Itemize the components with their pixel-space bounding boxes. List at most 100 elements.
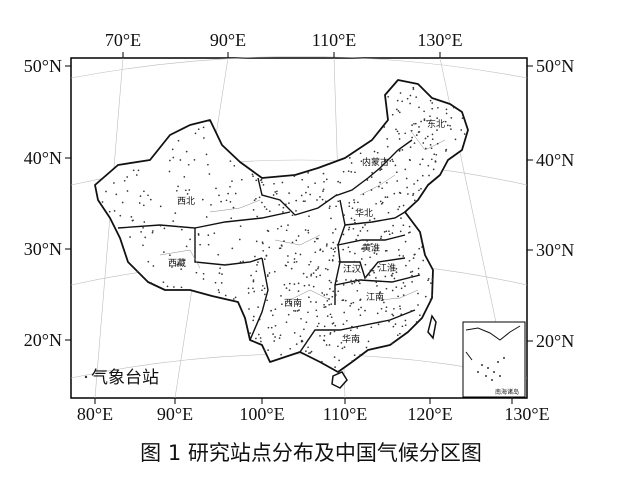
station-point bbox=[229, 201, 232, 203]
station-point bbox=[416, 179, 419, 182]
station-point bbox=[202, 272, 205, 275]
station-point bbox=[426, 135, 429, 138]
station-point bbox=[397, 208, 399, 211]
station-point bbox=[185, 150, 188, 153]
station-point bbox=[392, 160, 394, 163]
station-point bbox=[334, 294, 337, 296]
station-point bbox=[359, 152, 362, 155]
station-point bbox=[352, 227, 355, 230]
station-point bbox=[308, 263, 310, 266]
station-point bbox=[345, 319, 348, 322]
station-point bbox=[295, 210, 297, 212]
station-point bbox=[147, 260, 150, 263]
station-point bbox=[205, 216, 208, 218]
station-point bbox=[326, 293, 328, 296]
station-point bbox=[418, 106, 420, 109]
station-point bbox=[255, 197, 257, 200]
station-point bbox=[185, 245, 188, 248]
station-point bbox=[123, 179, 126, 182]
station-point bbox=[261, 241, 264, 244]
station-point bbox=[281, 303, 283, 306]
station-point bbox=[272, 333, 274, 335]
station-point bbox=[260, 340, 262, 343]
station-point bbox=[398, 138, 401, 140]
station-point bbox=[381, 320, 383, 323]
station-point bbox=[227, 192, 229, 195]
station-point bbox=[132, 219, 134, 222]
station-point bbox=[396, 334, 399, 337]
station-point bbox=[329, 288, 331, 290]
station-point bbox=[391, 232, 394, 234]
station-point bbox=[388, 230, 390, 233]
station-point bbox=[199, 243, 201, 246]
legend-station-symbol bbox=[84, 375, 88, 379]
region-label-huanan: 华南 bbox=[342, 333, 360, 345]
station-point bbox=[359, 314, 362, 317]
station-point bbox=[360, 258, 363, 260]
station-point bbox=[262, 184, 265, 186]
station-point bbox=[398, 191, 401, 194]
station-point bbox=[405, 177, 408, 180]
station-point bbox=[326, 315, 329, 317]
station-point bbox=[283, 240, 285, 242]
station-point bbox=[169, 159, 171, 162]
station-point bbox=[310, 274, 312, 277]
station-point bbox=[353, 260, 356, 263]
station-point bbox=[373, 271, 375, 274]
station-point bbox=[172, 220, 175, 222]
station-point bbox=[355, 238, 358, 241]
station-point bbox=[332, 248, 335, 251]
station-point bbox=[420, 240, 423, 243]
station-point bbox=[172, 156, 175, 159]
station-point bbox=[143, 221, 146, 223]
station-point bbox=[351, 282, 353, 285]
station-point bbox=[430, 147, 433, 150]
station-point bbox=[180, 286, 183, 289]
station-point bbox=[291, 214, 294, 217]
station-point bbox=[411, 136, 413, 139]
station-point bbox=[412, 257, 415, 259]
station-point bbox=[412, 192, 415, 195]
station-point bbox=[270, 326, 273, 329]
station-point bbox=[379, 181, 381, 184]
station-point bbox=[404, 285, 406, 287]
station-point bbox=[406, 186, 408, 189]
station-point bbox=[314, 182, 316, 185]
station-point bbox=[336, 243, 339, 246]
station-point bbox=[431, 278, 434, 281]
station-point bbox=[424, 295, 427, 298]
station-point bbox=[427, 164, 430, 167]
station-point bbox=[331, 322, 334, 325]
station-point bbox=[347, 246, 350, 249]
station-point bbox=[384, 250, 387, 252]
station-point bbox=[309, 260, 312, 263]
station-point bbox=[308, 215, 310, 218]
station-point bbox=[413, 183, 415, 185]
region-label-huanghuai: 黄淮 bbox=[362, 242, 380, 254]
station-point bbox=[312, 272, 315, 274]
station-point bbox=[421, 158, 424, 161]
station-point bbox=[239, 225, 242, 228]
station-point bbox=[437, 106, 439, 109]
station-point bbox=[424, 137, 427, 140]
station-point bbox=[431, 138, 434, 141]
station-point bbox=[293, 175, 296, 177]
station-point bbox=[360, 279, 363, 281]
station-point bbox=[356, 289, 359, 292]
station-point bbox=[415, 96, 418, 98]
station-point bbox=[129, 236, 131, 238]
station-point bbox=[323, 294, 326, 296]
figure-caption: 图 1 研究站点分布及中国气候分区图 bbox=[140, 441, 482, 465]
station-point bbox=[335, 205, 337, 208]
station-point bbox=[392, 224, 394, 227]
station-point bbox=[302, 200, 305, 203]
station-point bbox=[312, 285, 315, 288]
station-point bbox=[210, 204, 212, 206]
station-point bbox=[449, 124, 451, 127]
station-point bbox=[285, 287, 288, 289]
station-point bbox=[361, 226, 364, 229]
station-point bbox=[177, 225, 180, 228]
south-china-sea-inset bbox=[462, 321, 526, 398]
station-point bbox=[297, 235, 300, 237]
station-point bbox=[285, 229, 288, 232]
